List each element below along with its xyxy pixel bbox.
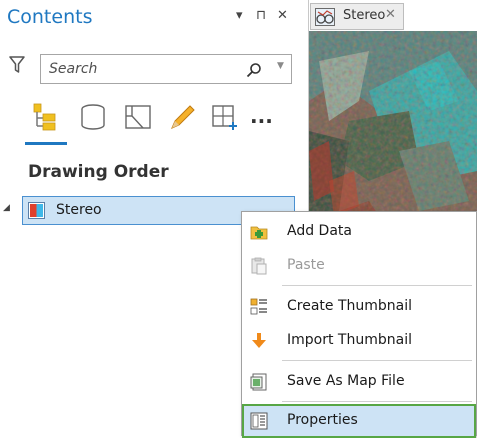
list-by-snapping-icon[interactable] (210, 102, 240, 132)
menu-item-label: Add Data (287, 223, 352, 239)
paste-icon (250, 257, 268, 275)
menu-separator (282, 285, 472, 286)
menu-item-save-as-map-file[interactable]: Save As Map File (242, 365, 476, 399)
menu-item-create-thumbnail[interactable]: Create Thumbnail (242, 290, 476, 324)
filter-icon[interactable] (9, 56, 25, 78)
search-input[interactable] (49, 59, 235, 79)
menu-separator (282, 401, 472, 402)
active-tab-indicator (25, 142, 67, 145)
expand-arrow-icon[interactable]: ◢ (3, 203, 10, 213)
add-data-icon (250, 223, 268, 241)
menu-item-import-thumbnail[interactable]: Import Thumbnail (242, 324, 476, 358)
search-options-dropdown-icon[interactable]: ▼ (277, 61, 284, 71)
layer-name: Stereo (56, 202, 102, 218)
pane-title: Contents (7, 6, 93, 28)
menu-item-label: Create Thumbnail (287, 298, 413, 314)
menu-item-add-data[interactable]: Add Data (242, 215, 476, 249)
menu-item-label: Save As Map File (287, 373, 405, 389)
list-by-editing-icon[interactable] (168, 102, 198, 132)
search-icon[interactable] (246, 62, 262, 82)
pin-icon[interactable]: ⊓ (256, 8, 266, 24)
context-menu: Add Data Paste Create Thumbnail Import T… (241, 211, 477, 438)
search-field[interactable]: ▼ (40, 54, 292, 84)
section-header-drawing-order: Drawing Order (28, 162, 169, 182)
list-by-source-icon[interactable] (78, 102, 108, 132)
more-options-icon[interactable]: ... (250, 104, 273, 128)
create-thumbnail-icon (250, 298, 268, 316)
map-tab-label: Stereo (343, 8, 386, 23)
menu-item-paste[interactable]: Paste (242, 249, 476, 283)
import-thumbnail-icon (250, 332, 268, 350)
menu-item-label: Import Thumbnail (287, 332, 412, 348)
close-tab-icon[interactable]: ✕ (385, 7, 396, 22)
close-icon[interactable]: ✕ (277, 8, 288, 24)
tab-stereo-map[interactable]: Stereo ✕ (310, 3, 404, 30)
stereo-map-icon (315, 8, 335, 30)
properties-icon (250, 412, 268, 430)
list-by-selection-icon[interactable] (123, 102, 153, 132)
menu-item-label: Properties (287, 412, 358, 428)
menu-separator (282, 360, 472, 361)
list-by-drawing-order-icon[interactable] (30, 102, 60, 132)
pane-menu-dropdown-icon[interactable]: ▾ (236, 8, 243, 24)
save-map-file-icon (250, 373, 268, 391)
menu-item-properties[interactable]: Properties (242, 404, 476, 438)
stereo-layer-icon (28, 202, 45, 219)
menu-item-label: Paste (287, 257, 325, 273)
